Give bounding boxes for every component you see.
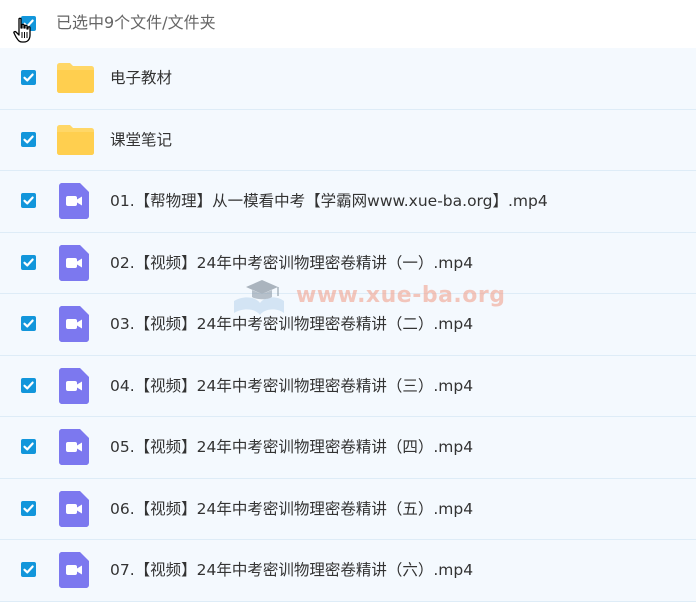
checkmark-icon bbox=[23, 258, 34, 266]
file-name[interactable]: 05.【视频】24年中考密训物理密卷精讲（四）.mp4 bbox=[110, 436, 473, 458]
list-item[interactable]: 01.【帮物理】从一模看中考【学霸网www.xue-ba.org】.mp4 bbox=[0, 171, 696, 233]
file-name[interactable]: 02.【视频】24年中考密训物理密卷精讲（一）.mp4 bbox=[110, 252, 473, 274]
item-checkbox[interactable] bbox=[21, 70, 36, 85]
checkmark-icon bbox=[23, 381, 34, 389]
list-item[interactable]: 03.【视频】24年中考密训物理密卷精讲（二）.mp4 bbox=[0, 294, 696, 356]
file-name[interactable]: 电子教材 bbox=[110, 67, 172, 89]
folder-icon bbox=[57, 63, 94, 93]
video-file-icon bbox=[59, 244, 89, 281]
item-checkbox[interactable] bbox=[21, 562, 36, 577]
checkmark-icon bbox=[23, 196, 34, 205]
file-name[interactable]: 01.【帮物理】从一模看中考【学霸网www.xue-ba.org】.mp4 bbox=[110, 190, 548, 212]
list-item[interactable]: 06.【视频】24年中考密训物理密卷精讲（五）.mp4 bbox=[0, 478, 696, 540]
item-checkbox[interactable] bbox=[21, 377, 36, 393]
list-item[interactable]: 07.【视频】24年中考密训物理密卷精讲（六）.mp4 bbox=[0, 540, 696, 602]
item-checkbox[interactable] bbox=[21, 439, 36, 454]
checkmark-icon bbox=[23, 565, 34, 574]
video-file-icon bbox=[59, 490, 89, 527]
file-name[interactable]: 03.【视频】24年中考密训物理密卷精讲（二）.mp4 bbox=[110, 313, 473, 335]
hand-cursor-icon bbox=[13, 17, 31, 43]
selection-count-text: 已选中9个文件/文件夹 bbox=[56, 13, 216, 32]
list-item[interactable]: 课堂笔记 bbox=[0, 109, 696, 171]
video-file-icon bbox=[59, 183, 89, 219]
selection-header: 已选中9个文件/文件夹 bbox=[0, 0, 696, 48]
video-file-icon bbox=[59, 306, 89, 342]
folder-icon bbox=[57, 124, 94, 155]
item-checkbox[interactable] bbox=[21, 254, 36, 270]
item-checkbox[interactable] bbox=[21, 500, 36, 516]
list-item[interactable]: 04.【视频】24年中考密训物理密卷精讲（三）.mp4 bbox=[0, 355, 696, 417]
file-name[interactable]: 课堂笔记 bbox=[110, 129, 172, 151]
video-file-icon bbox=[59, 367, 89, 404]
file-name[interactable]: 04.【视频】24年中考密训物理密卷精讲（三）.mp4 bbox=[110, 375, 473, 397]
video-file-icon bbox=[59, 552, 89, 588]
item-checkbox[interactable] bbox=[21, 131, 36, 147]
item-checkbox[interactable] bbox=[21, 316, 36, 331]
list-item[interactable]: 电子教材 bbox=[0, 48, 696, 110]
checkmark-icon bbox=[23, 504, 34, 512]
checkmark-icon bbox=[23, 135, 34, 143]
item-checkbox[interactable] bbox=[21, 193, 36, 208]
checkmark-icon bbox=[23, 73, 34, 82]
checkmark-icon bbox=[23, 319, 34, 328]
video-file-icon bbox=[59, 429, 89, 465]
list-item[interactable]: 02.【视频】24年中考密训物理密卷精讲（一）.mp4 bbox=[0, 232, 696, 294]
file-name[interactable]: 07.【视频】24年中考密训物理密卷精讲（六）.mp4 bbox=[110, 559, 473, 581]
file-list: 电子教材 课堂笔记 01.【帮物理】从一模看中考【学霸网www.xue-ba.o… bbox=[0, 48, 696, 602]
file-name[interactable]: 06.【视频】24年中考密训物理密卷精讲（五）.mp4 bbox=[110, 498, 473, 520]
checkmark-icon bbox=[23, 442, 34, 451]
list-item[interactable]: 05.【视频】24年中考密训物理密卷精讲（四）.mp4 bbox=[0, 417, 696, 479]
